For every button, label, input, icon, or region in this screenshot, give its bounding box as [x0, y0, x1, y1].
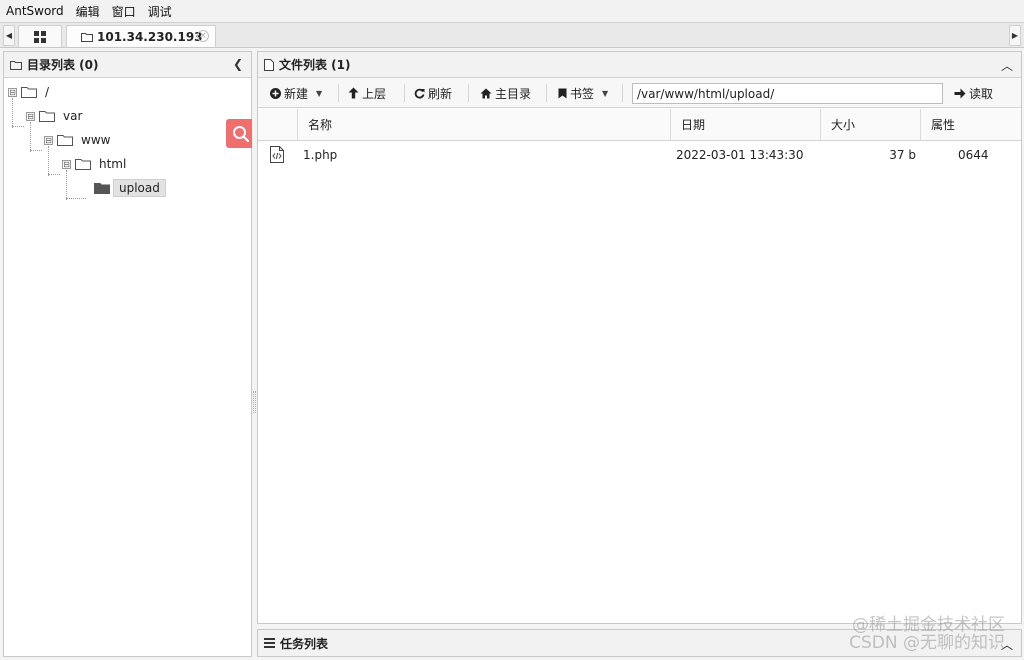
grid-icon [34, 30, 46, 43]
search-icon [233, 125, 250, 142]
menu-debug[interactable]: 调试 [148, 3, 172, 20]
table-row[interactable]: 1.php 2022-03-01 13:43:30 37 b 0644 [258, 141, 1021, 169]
column-header-date[interactable]: 日期 [671, 109, 821, 141]
read-button[interactable]: 读取 [950, 82, 997, 104]
toolbar-separator [546, 84, 547, 102]
file-toolbar: 新建 ▼ 上层 刷新 主目录 书签 ▼ /var/www/html/upload… [258, 78, 1021, 108]
tree-item-upload[interactable]: upload [94, 178, 166, 198]
task-list-panel: 任务列表 ︿ @稀土掘金技术社区 CSDN @无聊的知识 [257, 616, 1022, 657]
tree-item-www[interactable]: ⊟ www [44, 130, 110, 150]
read-label: 读取 [969, 86, 994, 101]
toolbar-separator [404, 84, 405, 102]
directory-panel: 目录列表 (0) ❮ ⊟ / ⊟ var ⊟ www ⊟ html upload [3, 51, 252, 657]
tree-connector [48, 174, 60, 175]
tree-item-label: var [63, 109, 83, 123]
folder-icon [75, 159, 91, 170]
folder-icon [57, 135, 73, 146]
bookmark-label: 书签 [570, 86, 595, 101]
tree-connector [66, 198, 86, 199]
tree-connector [30, 150, 42, 151]
arrow-up-icon [348, 87, 359, 99]
path-input[interactable] [632, 83, 943, 104]
column-header-attr[interactable]: 属性 [921, 109, 1021, 141]
collapse-up-icon[interactable]: ︿ [1001, 57, 1013, 74]
folder-filled-icon [94, 183, 110, 194]
list-icon [264, 638, 275, 648]
file-size: 37 b [889, 148, 916, 162]
up-level-label: 上层 [362, 86, 387, 101]
refresh-button[interactable]: 刷新 [410, 82, 456, 104]
folder-icon [39, 111, 55, 122]
tree-toggle[interactable]: ⊟ [26, 111, 35, 121]
toolbar-separator [622, 84, 623, 102]
tab-scroll-left-button[interactable]: ◀ [3, 25, 15, 46]
arrow-right-icon [954, 88, 966, 98]
tree-item-var[interactable]: ⊟ var [26, 106, 82, 126]
tree-item-label: html [99, 157, 127, 171]
tree-toggle[interactable]: ⊟ [44, 135, 53, 145]
column-header-size[interactable]: 大小 [821, 109, 921, 141]
close-icon[interactable]: × [197, 30, 209, 42]
plus-circle-icon [270, 87, 281, 99]
tab-host-label: 101.34.230.193 [97, 29, 203, 44]
tree-item-label: / [45, 85, 50, 99]
tree-item-root[interactable]: ⊟ / [8, 82, 49, 102]
icon-column-header [258, 109, 298, 141]
file-grid-header: 名称 日期 大小 属性 [258, 109, 1021, 141]
menu-window[interactable]: 窗口 [112, 3, 136, 20]
folder-icon [81, 32, 93, 42]
tree-connector [12, 98, 13, 128]
toolbar-separator [338, 84, 339, 102]
home-dir-label: 主目录 [495, 86, 532, 101]
tab-host[interactable]: 101.34.230.193 × [66, 25, 216, 47]
file-date: 2022-03-01 13:43:30 [676, 148, 804, 162]
column-header-name[interactable]: 名称 [298, 109, 671, 141]
file-list-panel-title: 文件列表 (1) [279, 58, 351, 72]
file-attr: 0644 [958, 148, 989, 162]
new-button[interactable]: 新建 ▼ [266, 82, 326, 104]
bookmark-button[interactable]: 书签 ▼ [554, 82, 612, 104]
home-icon [480, 88, 492, 98]
tree-connector [48, 146, 49, 176]
up-level-button[interactable]: 上层 [344, 82, 390, 104]
tree-connector [30, 122, 31, 152]
refresh-icon [414, 88, 425, 98]
task-list-title: 任务列表 [280, 636, 329, 651]
caret-down-icon: ▼ [316, 88, 323, 98]
tree-connector [12, 126, 24, 127]
file-list-panel-header: 文件列表 (1) ︿ [258, 52, 1021, 78]
home-dir-button[interactable]: 主目录 [476, 82, 535, 104]
tree-item-html[interactable]: ⊟ html [62, 154, 126, 174]
watermark-line2: CSDN @无聊的知识 [849, 633, 1005, 653]
collapse-left-icon[interactable]: ❮ [233, 57, 243, 71]
tab-home-grid[interactable] [18, 25, 62, 47]
php-file-icon [270, 146, 284, 164]
tree-item-label: www [81, 133, 111, 147]
tree-toggle[interactable]: ⊟ [8, 87, 17, 97]
menu-bar: AntSword 编辑 窗口 调试 [0, 0, 1024, 22]
directory-panel-header: 目录列表 (0) ❮ [4, 52, 251, 78]
directory-panel-title: 目录列表 (0) [27, 58, 99, 72]
tab-scroll-right-button[interactable]: ▶ [1009, 25, 1021, 46]
folder-icon [21, 87, 37, 98]
file-icon [264, 58, 274, 71]
bookmark-icon [558, 88, 567, 98]
collapse-up-icon[interactable]: ︿ [1001, 636, 1013, 653]
splitter-grip[interactable] [253, 391, 256, 413]
tab-bar: ◀ 101.34.230.193 × ▶ [0, 22, 1024, 48]
tree-item-label-selected: upload [113, 179, 166, 197]
toolbar-separator [468, 84, 469, 102]
new-button-label: 新建 [284, 86, 309, 101]
tree-connector [66, 170, 67, 200]
menu-edit[interactable]: 编辑 [76, 3, 100, 20]
refresh-label: 刷新 [428, 86, 453, 101]
caret-down-icon: ▼ [602, 88, 609, 98]
file-name[interactable]: 1.php [303, 141, 337, 169]
tree-toggle[interactable]: ⊟ [62, 159, 71, 169]
menu-antsword[interactable]: AntSword [6, 4, 64, 18]
file-list-panel: 文件列表 (1) ︿ 新建 ▼ 上层 刷新 主目录 书签 ▼ /var/www/… [257, 51, 1022, 624]
folder-icon [10, 60, 22, 70]
